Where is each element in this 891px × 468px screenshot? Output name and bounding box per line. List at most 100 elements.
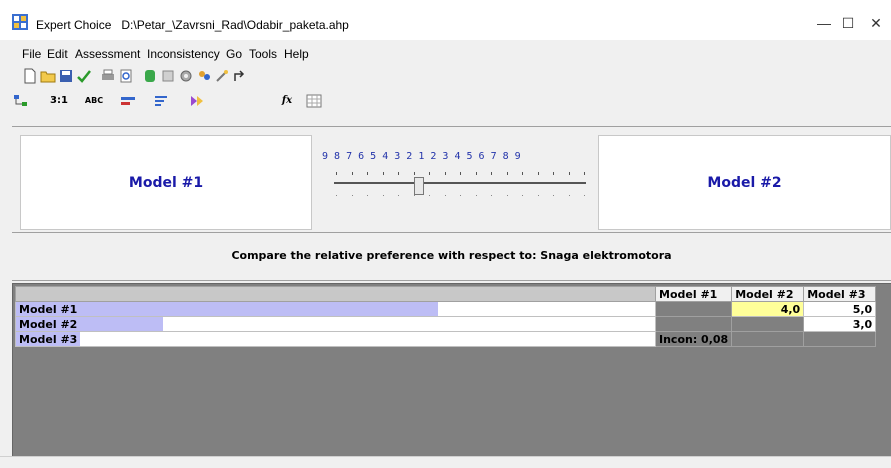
column-header[interactable]: Model #3 <box>803 286 877 302</box>
column-header[interactable]: Model #1 <box>654 286 733 302</box>
scale-tick <box>367 172 368 175</box>
title-bar: Expert Choice D:\Petar_\Zavrsni_Rad\Odab… <box>0 0 891 40</box>
row-header[interactable]: Model #3 <box>15 331 656 347</box>
check-icon[interactable] <box>76 68 92 84</box>
file-path: D:\Petar_\Zavrsni_Rad\Odabir_paketa.ahp <box>121 18 349 32</box>
tab-pairwise-verbal[interactable]: ABC <box>80 93 108 111</box>
grid-cell <box>654 301 733 317</box>
scale-dot <box>553 195 554 196</box>
scale-tick <box>522 172 523 175</box>
toolbar-separator-strip <box>12 116 891 127</box>
menu-go[interactable]: Go <box>226 47 242 61</box>
tab-pairwise-numerical[interactable]: 3:1 <box>45 93 73 111</box>
scale-labels: 9 8 7 6 5 4 3 2 1 2 3 4 5 6 7 8 9 <box>322 151 521 162</box>
tab-spreadsheet[interactable] <box>304 93 334 111</box>
scale-dot <box>537 195 539 196</box>
report-icon[interactable] <box>160 68 176 84</box>
priority-bar <box>16 302 438 316</box>
scale-tick <box>506 172 508 175</box>
row-label: Model #3 <box>19 332 78 346</box>
scale-dot <box>584 195 585 196</box>
menu-file[interactable]: File <box>22 47 41 61</box>
scale-dot <box>522 195 523 196</box>
print-preview-icon[interactable] <box>118 68 134 84</box>
grid-cell-selected[interactable]: 4,0 <box>731 301 805 317</box>
scale-tick <box>475 172 477 175</box>
spreadsheet-icon <box>306 94 322 108</box>
scale-dot <box>475 195 477 196</box>
scale-dot <box>336 195 337 196</box>
scale-tick <box>584 172 585 175</box>
scale-dot <box>351 195 353 196</box>
tab-questionnaire[interactable] <box>187 93 217 111</box>
database-icon[interactable] <box>142 68 158 84</box>
save-icon[interactable] <box>58 68 74 84</box>
scale-tick <box>398 172 399 175</box>
tab-graphical[interactable] <box>118 93 142 111</box>
table-row: Model #2 3,0 <box>15 316 877 332</box>
right-model-label: Model #2 <box>707 174 782 191</box>
grid-cell <box>803 331 877 347</box>
app-name: Expert Choice <box>36 18 112 32</box>
scale-track[interactable] <box>334 182 586 184</box>
row-header[interactable]: Model #2 <box>15 316 656 332</box>
scale-tick <box>444 172 446 175</box>
scale-dot <box>460 195 461 196</box>
scale-tick <box>429 172 430 175</box>
tab-data-grid[interactable] <box>152 93 176 111</box>
menu-assessment[interactable]: Assessment <box>75 47 140 61</box>
scale-tick <box>413 172 415 175</box>
scale-dot <box>491 195 492 196</box>
new-file-icon[interactable] <box>22 68 38 84</box>
window-title: Expert Choice D:\Petar_\Zavrsni_Rad\Odab… <box>36 18 349 32</box>
scale-dot <box>413 195 415 196</box>
tab-tree-view[interactable] <box>12 93 38 111</box>
scale-dot <box>382 195 384 196</box>
row-label: Model #2 <box>19 317 78 331</box>
scale-slider-thumb[interactable] <box>414 177 424 195</box>
scale-dot <box>444 195 446 196</box>
gear-icon[interactable] <box>178 68 194 84</box>
participants-icon[interactable] <box>196 68 212 84</box>
wand-icon[interactable] <box>214 68 230 84</box>
close-button[interactable]: ✕ <box>853 8 891 38</box>
scale-tick <box>460 172 461 175</box>
row-header[interactable]: Model #1 <box>15 301 656 317</box>
toolbar <box>16 65 312 89</box>
left-model-label: Model #1 <box>128 174 204 191</box>
scale-tick <box>336 172 337 175</box>
open-folder-icon[interactable] <box>40 68 56 84</box>
scale-dot <box>367 195 368 196</box>
scale-tick <box>537 172 539 175</box>
menu-help[interactable]: Help <box>284 47 309 61</box>
column-header[interactable]: Model #2 <box>731 286 805 302</box>
table-row: Model #1 4,0 5,0 <box>15 301 877 317</box>
grid-cell[interactable]: 5,0 <box>803 301 877 317</box>
right-model-box[interactable]: Model #2 <box>598 135 891 230</box>
grid-cell <box>731 331 805 347</box>
graphical-bars-icon <box>121 97 135 105</box>
menu-tools[interactable]: Tools <box>249 47 277 61</box>
grid-cell[interactable]: 3,0 <box>803 316 877 332</box>
prompt-area: Compare the relative preference with res… <box>12 232 891 278</box>
scale-dot <box>429 195 430 196</box>
questionnaire-icon <box>191 96 203 106</box>
scale-tick <box>568 172 570 175</box>
expert-choice-app-icon[interactable] <box>12 14 28 30</box>
menu-edit[interactable]: Edit <box>47 47 68 61</box>
inconsistency-ratio: Incon: 0,08 <box>654 331 733 347</box>
print-icon[interactable] <box>100 68 116 84</box>
menu-inconsistency[interactable]: Inconsistency <box>147 47 220 61</box>
scale-tick <box>382 172 384 175</box>
header-blank <box>15 286 656 302</box>
scale-tick <box>491 172 492 175</box>
grid-cell <box>731 316 805 332</box>
tab-formula[interactable]: fx <box>274 93 300 111</box>
status-bar <box>0 456 891 468</box>
scale-dot <box>398 195 399 196</box>
table-row: Model #3 Incon: 0,08 <box>15 331 877 347</box>
left-model-box[interactable]: Model #1 <box>20 135 312 230</box>
comparison-prompt: Compare the relative preference with res… <box>231 248 672 262</box>
separator <box>12 280 891 281</box>
arrow-up-right-icon[interactable] <box>232 68 248 84</box>
